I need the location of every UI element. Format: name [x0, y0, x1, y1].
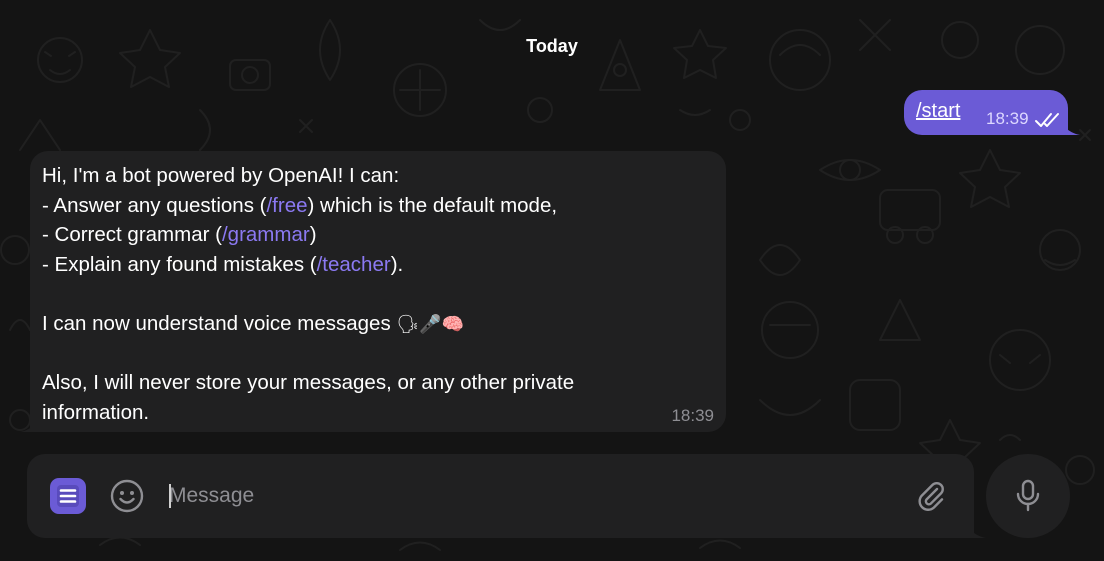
free-command-link[interactable]: /free	[266, 194, 307, 217]
paperclip-icon	[918, 482, 944, 511]
incoming-message-bubble: Hi, I'm a bot powered by OpenAI! I can: …	[30, 151, 726, 432]
date-separator: Today	[526, 36, 578, 56]
text-segment: - Correct grammar (	[42, 223, 222, 247]
text-segment: - Explain any found mistakes (	[42, 252, 317, 276]
message-line: Also, I will never store your messages, …	[42, 368, 714, 398]
text-segment: ) which is the default mode,	[307, 193, 558, 217]
text-segment: )	[309, 223, 317, 247]
text-cursor	[169, 484, 171, 508]
message-line: I can now understand voice messages 🗣🎤🧠	[42, 309, 714, 339]
voice-emoji-icons: 🗣🎤🧠	[396, 313, 465, 334]
message-time: 18:39	[671, 406, 714, 425]
outgoing-message-bubble[interactable]: /start 18:39	[904, 90, 1068, 135]
privacy-text: Also, I will never store your messages, …	[42, 371, 575, 395]
double-check-icon	[1035, 113, 1059, 127]
bot-menu-button[interactable]	[50, 478, 86, 514]
message-line: - Explain any found mistakes (/teacher).	[42, 250, 714, 280]
message-time: 18:39	[986, 109, 1029, 128]
voice-record-button[interactable]	[986, 454, 1070, 538]
intro-text: Hi, I'm a bot powered by OpenAI! I can:	[42, 164, 400, 187]
message-line: - Answer any questions (/free) which is …	[42, 191, 714, 221]
text-segment: - Answer any questions (	[42, 193, 267, 217]
voice-text: I can now understand voice messages	[42, 311, 397, 335]
teacher-command-link[interactable]: /teacher	[317, 253, 391, 276]
chat-window: Today /start 18:39 Hi, I'm a bot powered…	[0, 0, 1104, 561]
message-composer	[27, 454, 974, 538]
microphone-icon	[1016, 479, 1040, 512]
smiley-icon	[110, 479, 144, 513]
grammar-command-link[interactable]: /grammar	[222, 223, 310, 246]
message-input[interactable]	[169, 476, 889, 516]
message-line: - Correct grammar (/grammar)	[42, 220, 714, 250]
start-command-link[interactable]: /start	[916, 100, 960, 123]
message-text: Hi, I'm a bot powered by OpenAI! I can: …	[42, 161, 714, 427]
text-segment: ).	[390, 252, 404, 276]
menu-icon	[57, 485, 79, 507]
privacy-text-end: information.	[42, 400, 150, 424]
message-line: information.	[42, 398, 714, 428]
message-line: Hi, I'm a bot powered by OpenAI! I can:	[42, 161, 714, 191]
emoji-button[interactable]	[110, 479, 144, 513]
attach-button[interactable]	[915, 480, 947, 512]
